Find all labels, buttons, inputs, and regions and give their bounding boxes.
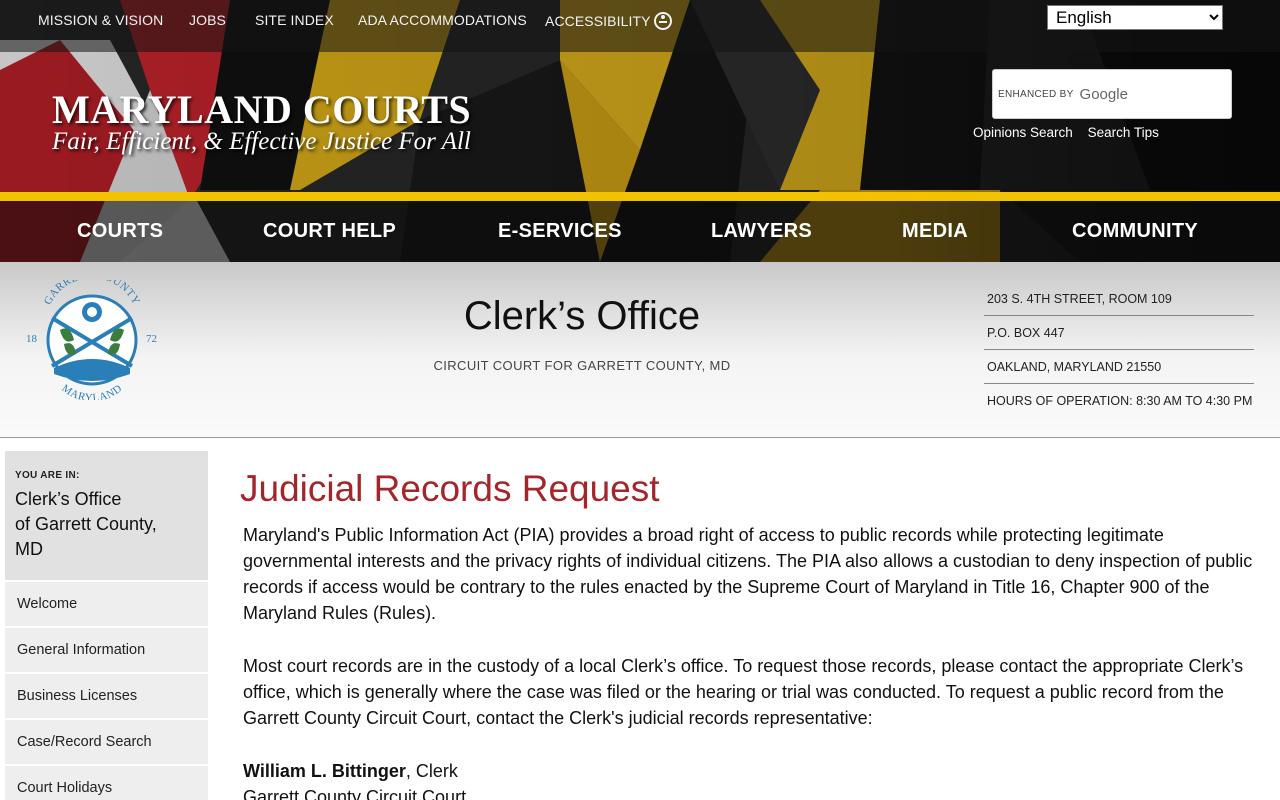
sidebar-item-court-holidays[interactable]: Court Holidays [5, 765, 208, 800]
office-banner: GARRETT COUNTY MARYLAND 18 72 Clerk’s Of… [0, 262, 1280, 438]
search-links: Opinions Search Search Tips [973, 125, 1170, 140]
main-nav: COURTS COURT HELP E-SERVICES LAWYERS MED… [0, 201, 1280, 262]
custody-paragraph: Most court records are in the custody of… [243, 656, 1244, 728]
util-link-jobs[interactable]: JOBS [189, 12, 226, 28]
office-hours: HOURS OF OPERATION: 8:30 AM TO 4:30 PM [987, 394, 1253, 408]
office-address: 203 S. 4TH STREET, ROOM 109 P.O. BOX 447… [984, 282, 1254, 418]
current-location: Clerk’s Office of Garrett County, MD [15, 487, 198, 562]
current-location-line: Clerk’s Office [15, 489, 122, 509]
current-location-line: MD [15, 539, 43, 559]
seal-year-right: 72 [146, 333, 157, 345]
nav-community[interactable]: COMMUNITY [1072, 220, 1198, 243]
garrett-county-seal: GARRETT COUNTY MARYLAND 18 72 [26, 280, 157, 400]
breadcrumb-box: YOU ARE IN: Clerk’s Office of Garrett Co… [5, 451, 208, 580]
contact-line: William L. Bittinger, Clerk [243, 758, 1255, 784]
opinions-search-link[interactable]: Opinions Search [973, 125, 1073, 140]
nav-e-services[interactable]: E-SERVICES [498, 220, 622, 243]
sidebar-item-business-licenses[interactable]: Business Licenses [5, 673, 208, 718]
address-street: 203 S. 4TH STREET, ROOM 109 [984, 282, 1254, 316]
you-are-in-label: YOU ARE IN: [15, 470, 80, 481]
intro-paragraph: Maryland's Public Information Act (PIA) … [243, 525, 1253, 623]
contact-title: , Clerk [405, 761, 458, 781]
current-location-line: of Garrett County, [15, 514, 157, 534]
contact-organization: Garrett County Circuit Court [243, 787, 467, 800]
util-link-ada[interactable]: ADA ACCOMMODATIONS [358, 12, 527, 28]
address-city: OAKLAND, MARYLAND 21550 [984, 350, 1254, 384]
site-title[interactable]: MARYLAND COURTS [52, 86, 471, 133]
nav-court-help[interactable]: COURT HELP [263, 220, 396, 243]
nav-lawyers[interactable]: LAWYERS [711, 220, 812, 243]
address-po-box: P.O. BOX 447 [984, 316, 1254, 350]
util-link-accessibility[interactable]: ACCESSIBILITY [545, 12, 672, 30]
sidebar-item-general-information[interactable]: General Information [5, 627, 208, 672]
main-content: Judicial Records Request Maryland's Publ… [240, 466, 1255, 800]
site-header: MISSION & VISION JOBS SITE INDEX ADA ACC… [0, 0, 1280, 262]
nav-media[interactable]: MEDIA [902, 220, 968, 243]
search-box[interactable]: ENHANCED BY Google [992, 69, 1232, 119]
search-input[interactable] [993, 70, 1231, 118]
page-title: Judicial Records Request [240, 468, 660, 509]
language-select[interactable]: English [1047, 5, 1223, 30]
sidebar: YOU ARE IN: Clerk’s Office of Garrett Co… [5, 451, 208, 800]
contact-block: William L. Bittinger, Clerk Garrett Coun… [243, 758, 1255, 800]
accessibility-icon [653, 12, 672, 30]
sidebar-item-case-record-search[interactable]: Case/Record Search [5, 719, 208, 764]
gold-divider [0, 192, 1280, 201]
util-link-accessibility-label: ACCESSIBILITY [545, 13, 651, 29]
contact-name: William L. Bittinger [243, 761, 406, 781]
seal-year-left: 18 [26, 333, 38, 345]
util-link-mission[interactable]: MISSION & VISION [38, 12, 163, 28]
search-tips-link[interactable]: Search Tips [1088, 125, 1159, 140]
util-link-site-index[interactable]: SITE INDEX [255, 12, 334, 28]
office-title: Clerk’s Office [463, 294, 701, 338]
nav-courts[interactable]: COURTS [77, 220, 163, 243]
site-tagline: Fair, Efficient, & Effective Justice For… [52, 128, 471, 155]
office-subtitle: CIRCUIT COURT FOR GARRETT COUNTY, MD [433, 358, 731, 373]
sidebar-item-welcome[interactable]: Welcome [5, 581, 208, 626]
